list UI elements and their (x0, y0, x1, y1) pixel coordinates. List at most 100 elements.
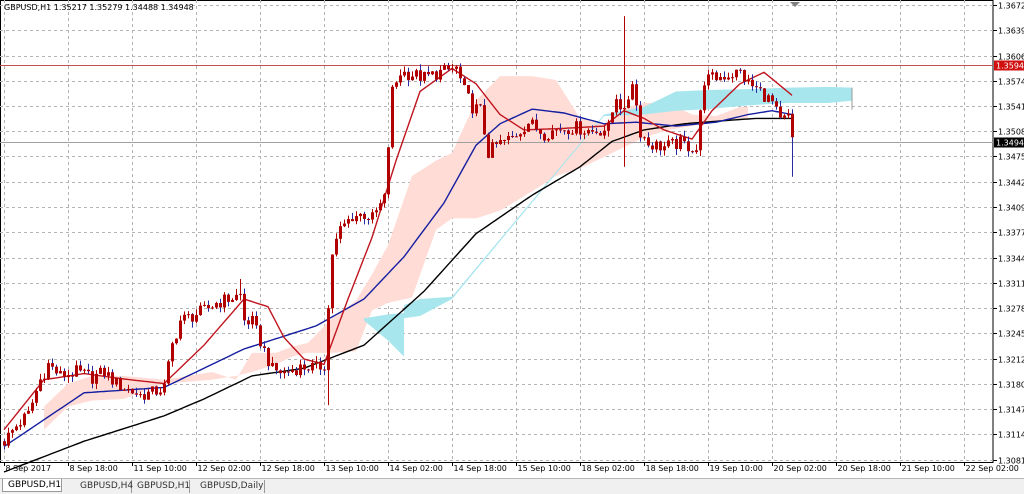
candle-body (447, 65, 450, 69)
y-tick-label: 1.31470 (998, 406, 1024, 415)
candle (83, 369, 86, 374)
candle (203, 301, 206, 306)
candle (723, 71, 726, 82)
y-tick-label: 1.31140 (998, 431, 1024, 440)
candle-body (207, 305, 210, 308)
candle-body (615, 99, 618, 112)
candle-body (11, 430, 14, 433)
candle-body (791, 114, 794, 137)
y-tick-label: 1.36395 (998, 27, 1024, 36)
candle-body (23, 414, 26, 425)
candle-body (315, 362, 318, 363)
candle-body (211, 307, 214, 308)
candle-body (387, 147, 390, 194)
candle (327, 305, 330, 405)
candle-body (239, 294, 242, 295)
x-tick-label: 20 Sep 02:00 (774, 464, 827, 473)
candle-body (683, 136, 686, 141)
candle-body (219, 303, 222, 307)
x-tick-label: 13 Sep 10:00 (326, 464, 379, 473)
price-chart[interactable]: 1.367251.363951.360651.357401.354101.350… (0, 0, 1024, 478)
candle (307, 369, 310, 373)
candle-body (283, 371, 286, 373)
candle-body (15, 426, 18, 430)
candle (631, 81, 634, 100)
candle (31, 399, 34, 413)
tab-gbpusd-daily[interactable]: GBPUSD,Daily (195, 480, 265, 493)
tab-gbpusd-h4[interactable]: GBPUSD,H4 (75, 480, 132, 493)
candle (151, 386, 154, 394)
candle-body (7, 433, 10, 446)
candle-body (307, 370, 310, 371)
candle-body (95, 374, 98, 384)
candle-body (483, 105, 486, 134)
candle-body (127, 389, 130, 390)
candle (363, 212, 366, 225)
candle-body (695, 150, 698, 152)
candle (39, 374, 42, 392)
candle-body (335, 239, 338, 255)
candle-body (51, 363, 54, 367)
candle-body (179, 321, 182, 339)
candle-body (243, 294, 246, 320)
candle-body (227, 295, 230, 302)
tab-gbpusd-h1[interactable]: GBPUSD,H1 (132, 480, 190, 493)
candle-body (147, 392, 150, 400)
candle-body (423, 72, 426, 81)
candle-body (523, 132, 526, 134)
candle (439, 65, 442, 82)
candle-body (183, 315, 186, 321)
candle-body (755, 86, 758, 87)
candle (255, 311, 258, 328)
x-tick-label: 14 Sep 02:00 (390, 464, 443, 473)
candle-body (187, 314, 190, 315)
candle (371, 209, 374, 224)
y-tick-label: 1.31800 (998, 381, 1024, 390)
candle (407, 68, 410, 87)
candle-body (463, 78, 466, 85)
candle-body (231, 300, 234, 302)
candle-body (651, 146, 654, 150)
candle (219, 299, 222, 312)
candle-body (663, 146, 666, 150)
candle-body (699, 110, 702, 150)
candle (699, 110, 702, 156)
candle-body (599, 133, 602, 136)
candle (691, 150, 694, 153)
candle (23, 412, 26, 427)
candle (283, 367, 286, 378)
y-tick-label: 1.33770 (998, 229, 1024, 238)
tab-gbpusd-h1-active[interactable]: GBPUSD,H1 (2, 479, 62, 492)
candle (683, 131, 686, 144)
candle (695, 144, 698, 153)
candle-body (479, 104, 482, 105)
candle (191, 313, 194, 327)
candle (291, 365, 294, 373)
candle-body (751, 80, 754, 86)
candle (387, 147, 390, 198)
candle-body (711, 72, 714, 74)
candle (735, 70, 738, 81)
candle-body (515, 136, 518, 137)
y-tick-label: 1.34755 (998, 153, 1024, 162)
candle-body (747, 80, 750, 82)
candle (231, 298, 234, 302)
candle-body (191, 314, 194, 321)
candle-body (391, 87, 394, 147)
candle-body (287, 371, 290, 372)
candle (367, 218, 370, 225)
candle-body (703, 85, 706, 110)
chart-tab-bar: GBPUSD,H1 GBPUSD,H4 GBPUSD,H1 GBPUSD,Dai… (0, 478, 1024, 494)
candle-body (471, 93, 474, 113)
candle (627, 96, 630, 108)
candle-body (371, 212, 374, 219)
candle-body (327, 308, 330, 370)
y-tick-label: 1.33440 (998, 255, 1024, 264)
candle-body (771, 95, 774, 101)
candle-body (427, 72, 430, 74)
candle (303, 360, 306, 375)
candle (19, 419, 22, 430)
candle-body (163, 384, 166, 393)
candle (423, 72, 426, 84)
candle-body (603, 131, 606, 136)
